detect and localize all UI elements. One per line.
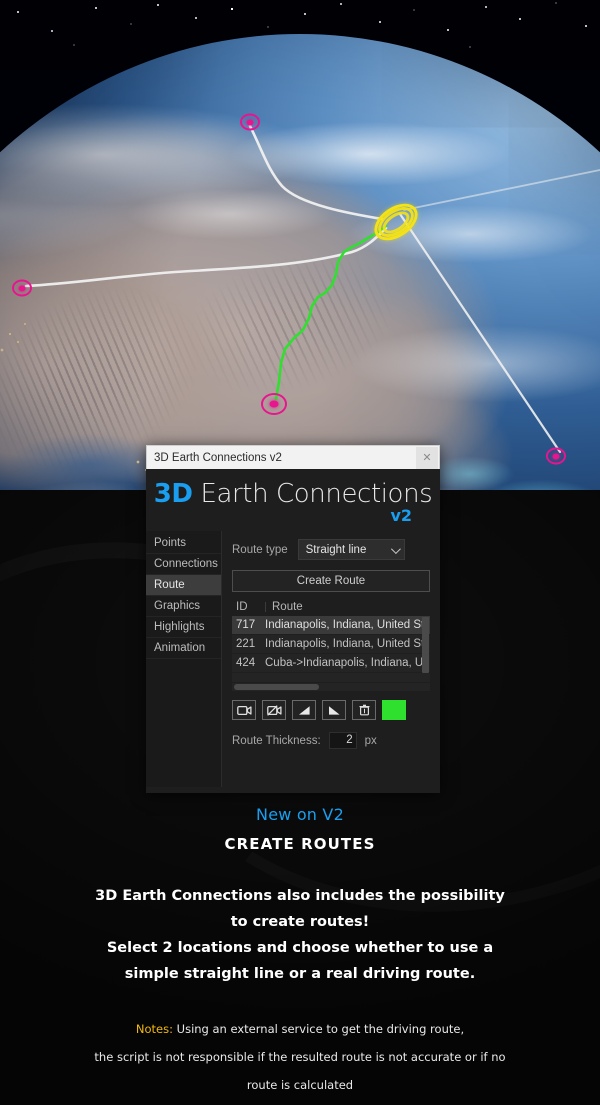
window-titlebar[interactable]: 3D Earth Connections v2 ✕	[146, 445, 440, 469]
cell-route: Cuba->Indianapolis, Indiana, Un	[265, 657, 430, 669]
connection-lines-layer	[24, 124, 600, 454]
trash-glyph	[359, 704, 369, 716]
marker-dot-icon	[552, 453, 560, 459]
sidebar-item-route[interactable]: Route	[146, 575, 221, 596]
route-table: 717 Indianapolis, Indiana, United St 221…	[232, 616, 430, 682]
marker-mexico[interactable]	[261, 393, 287, 415]
promo-notes-line-1: Notes: Using an external service to get …	[0, 1015, 600, 1043]
logo-version: v2	[390, 505, 412, 525]
cell-id: 424	[236, 657, 256, 669]
marker-northwest[interactable]	[240, 113, 260, 131]
marker-cuba[interactable]	[546, 447, 566, 465]
promo-text-block: New on V2 CREATE ROUTES 3D Earth Connect…	[0, 805, 600, 1099]
fade-in-glyph	[298, 705, 310, 715]
table-row[interactable]: 424 Cuba->Indianapolis, Indiana, Un	[232, 654, 430, 673]
promo-body-line-1: 3D Earth Connections also includes the p…	[95, 888, 505, 904]
logo-name: Earth Connections	[192, 478, 433, 509]
promo-body-line-3: Select 2 locations and choose whether to…	[106, 940, 494, 956]
column-header-id: ID	[236, 601, 248, 613]
table-row[interactable]: 221 Indianapolis, Indiana, United St	[232, 635, 430, 654]
camera-on-glyph	[236, 705, 252, 715]
panel-content: Points Connections Route Graphics Highli…	[146, 531, 440, 787]
cell-route: Indianapolis, Indiana, United St	[265, 619, 425, 631]
promo-body-line-2: to create routes!	[230, 914, 370, 930]
marker-dot-icon	[246, 119, 254, 125]
route-thickness-input[interactable]: 2	[328, 732, 357, 749]
column-header-route: Route	[272, 601, 303, 613]
connection-line-northeast	[403, 169, 600, 211]
app-logo: 3D Earth Connections v2	[146, 469, 440, 531]
globe-hero-image	[0, 0, 600, 490]
sidebar-item-highlights[interactable]: Highlights	[146, 617, 221, 638]
trash-icon[interactable]	[352, 700, 376, 720]
route-type-select[interactable]: Straight line	[297, 539, 405, 560]
window-body: 3D Earth Connections v2 Points Connectio…	[146, 469, 440, 793]
promo-notes-line-3: route is calculated	[246, 1078, 354, 1092]
table-row[interactable]: 717 Indianapolis, Indiana, United St	[232, 616, 430, 635]
route-type-row: Route type Straight line	[232, 539, 430, 560]
promo-page: 3D Earth Connections v2 ✕ 3D Earth Conne…	[0, 0, 600, 1105]
sidebar-item-connections[interactable]: Connections	[146, 554, 221, 575]
sidebar-item-points[interactable]: Points	[146, 533, 221, 554]
driving-route-path	[274, 224, 388, 401]
marker-dot-icon	[269, 400, 279, 408]
logo-text: 3D Earth Connections	[154, 481, 433, 507]
camera-on-icon[interactable]	[232, 700, 256, 720]
promo-notes-key: Notes:	[135, 1022, 173, 1036]
sidebar-item-animation[interactable]: Animation	[146, 638, 221, 659]
cell-id: 717	[236, 619, 256, 631]
route-type-value: Straight line	[305, 544, 367, 556]
window-title: 3D Earth Connections v2	[154, 451, 282, 464]
cell-route: Indianapolis, Indiana, United St	[265, 638, 425, 650]
cell-id: 221	[236, 638, 256, 650]
connection-line-west	[24, 226, 388, 288]
route-tab-panel: Route type Straight line Create Route ID…	[222, 531, 440, 787]
route-thickness-row: Route Thickness: 2 px	[232, 732, 430, 749]
sidebar-item-graphics[interactable]: Graphics	[146, 596, 221, 617]
route-type-label: Route type	[232, 543, 288, 556]
connection-line-nw	[248, 124, 384, 221]
color-swatch[interactable]	[382, 700, 406, 720]
route-table-header: ID Route	[232, 601, 430, 616]
marker-dot-icon	[18, 285, 26, 291]
marker-west-coast[interactable]	[12, 279, 32, 297]
app-window: 3D Earth Connections v2 ✕ 3D Earth Conne…	[146, 445, 440, 793]
promo-notes-line-2: the script is not responsible if the res…	[94, 1050, 506, 1064]
camera-off-glyph	[266, 704, 282, 716]
table-vertical-scrollbar[interactable]	[422, 617, 429, 673]
column-divider	[265, 602, 266, 612]
create-route-button[interactable]: Create Route	[232, 570, 430, 592]
camera-off-icon[interactable]	[262, 700, 286, 720]
logo-prefix: 3D	[153, 478, 193, 509]
promo-notes-text-1: Using an external service to get the dri…	[173, 1022, 465, 1036]
route-thickness-label: Route Thickness:	[232, 734, 321, 747]
promo-notes: Notes: Using an external service to get …	[0, 1015, 600, 1099]
table-horizontal-scrollbar[interactable]	[232, 683, 430, 691]
panel-sidebar: Points Connections Route Graphics Highli…	[146, 531, 222, 787]
chevron-down-icon	[390, 544, 401, 555]
connection-line-southeast	[398, 212, 562, 454]
close-icon[interactable]: ✕	[416, 446, 438, 469]
route-toolbar	[232, 700, 430, 720]
promo-body-line-4: simple straight line or a real driving r…	[124, 966, 476, 982]
fade-out-icon[interactable]	[322, 700, 346, 720]
route-thickness-unit: px	[364, 734, 377, 747]
fade-out-glyph	[328, 705, 340, 715]
promo-headline: CREATE ROUTES	[224, 835, 376, 853]
promo-eyebrow: New on V2	[256, 805, 344, 824]
promo-body: 3D Earth Connections also includes the p…	[0, 883, 600, 987]
fade-in-icon[interactable]	[292, 700, 316, 720]
scrollbar-thumb[interactable]	[234, 684, 319, 690]
